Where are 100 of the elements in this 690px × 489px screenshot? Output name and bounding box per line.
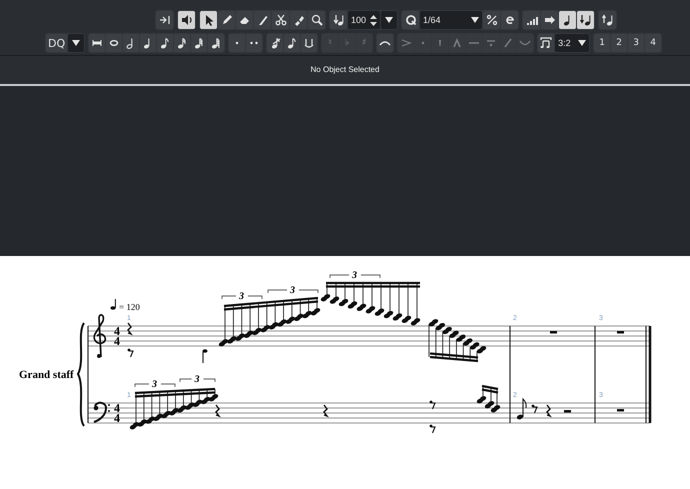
whole-note-icon [108,37,120,49]
thirty-second-note-button[interactable] [191,34,208,52]
stroke-icon [502,37,514,49]
caret-icon [578,40,586,46]
menu-button[interactable] [381,11,397,29]
tuplet-button[interactable] [538,34,554,52]
voice-button[interactable]: 1 [594,34,610,52]
tuplet-dropdown[interactable]: 3:2 [555,34,590,52]
grace-note-icon [269,37,282,49]
eighth-note-icon [286,37,298,49]
status-text: No Object Selected [310,65,380,74]
sixteenth-note-button[interactable] [174,34,190,52]
quarter-note-button[interactable] [559,11,576,29]
quarter-rest [323,404,329,418]
note-down-arrow-icon [580,14,592,26]
caret-icon [471,17,479,23]
tuplet-number: 3 [352,270,357,281]
bar-rest-icon [91,37,104,49]
eighth-rest [128,348,134,358]
nudge-button[interactable] [330,11,347,29]
bars-icon [526,14,538,26]
note-run-drawing [476,384,500,412]
voice-button[interactable]: 3 [628,34,644,52]
eighth-rest [430,424,436,434]
tuplet-icon [540,37,552,49]
thirty-second-note-icon [193,37,206,49]
script-e-icon [504,14,516,26]
bar-rest-button[interactable] [89,34,106,52]
voice-button[interactable]: 2 [611,34,628,52]
rest [564,410,571,412]
quarter-rest [546,404,552,418]
sixty-fourth-note-button[interactable] [208,34,224,52]
caret-icon [385,17,393,23]
sixteenth-note-icon [176,37,188,49]
scissors-button[interactable] [272,11,289,29]
eighth-note-button[interactable] [157,34,174,52]
slur-button[interactable] [377,34,394,52]
rest [617,331,624,334]
tuplet-number: 3 [290,285,295,296]
tie-icon [303,37,316,49]
tie-button[interactable] [301,34,318,52]
accent-icon [400,37,412,49]
pencil-icon [220,14,232,26]
script-e-button[interactable] [501,11,518,29]
note-up-arrow-button[interactable] [599,11,616,29]
pencil-button[interactable] [218,11,235,29]
half-note-button[interactable] [123,34,140,52]
rest [550,331,557,334]
bars-button[interactable] [523,11,540,29]
eraser-button[interactable] [236,11,253,29]
dot-button[interactable] [229,34,246,52]
sixty-fourth-note-icon [210,37,222,49]
grace-note-button[interactable] [267,34,284,52]
double-dot-button[interactable] [246,34,262,52]
quarter-rest [127,322,133,336]
instrument-name: Grand staff [19,369,74,381]
note-down-arrow-button[interactable] [577,11,594,29]
tuplet-number: 3 [194,374,200,385]
tuplet-number: 3 [239,291,244,302]
split-icon [158,14,170,26]
pointer-button[interactable] [200,11,217,29]
marcato-icon [451,37,464,49]
tuplet-number: 3 [152,379,157,390]
quantize-dropdown[interactable]: 1/64 [420,11,482,29]
arrow-right-icon [544,14,556,26]
eighth-note-icon [159,37,172,49]
velocity-field[interactable]: 100 [348,11,380,29]
search-button[interactable] [308,11,325,29]
speaker-icon [180,14,192,26]
spinner-icon [370,14,377,26]
treble-clef-icon [93,314,106,358]
speaker-button[interactable] [178,11,195,29]
quantize-icon [404,14,416,26]
scissors-icon [274,14,286,26]
eighth-rest [430,400,436,410]
whole-note-button[interactable] [106,34,122,52]
eighth-note [516,398,527,420]
bass-clef-icon [94,402,110,423]
fraction-button[interactable] [483,11,500,29]
quarter-rest [215,404,221,418]
fraction-icon [486,14,498,26]
grace-note [202,349,208,364]
note-value-selector[interactable]: DQ [46,34,68,52]
note-up-arrow-icon [602,14,614,26]
voice-button[interactable]: 4 [645,34,662,52]
quantize-button[interactable] [402,11,419,29]
split-button[interactable] [156,11,173,29]
menu-button[interactable] [68,34,84,52]
caret-icon [72,40,80,46]
eighth-note-button[interactable] [284,34,300,52]
eraser-icon [238,14,250,26]
quarter-note-button[interactable] [140,34,156,52]
rest [617,409,624,412]
arrow-right-button[interactable] [541,11,558,29]
search-icon [310,14,322,26]
quarter-note-icon [110,298,116,310]
nudge-icon [332,14,344,26]
note-run-drawing [428,319,486,362]
tempo-marking: = 120 [119,302,140,312]
eighth-rest [532,404,538,414]
